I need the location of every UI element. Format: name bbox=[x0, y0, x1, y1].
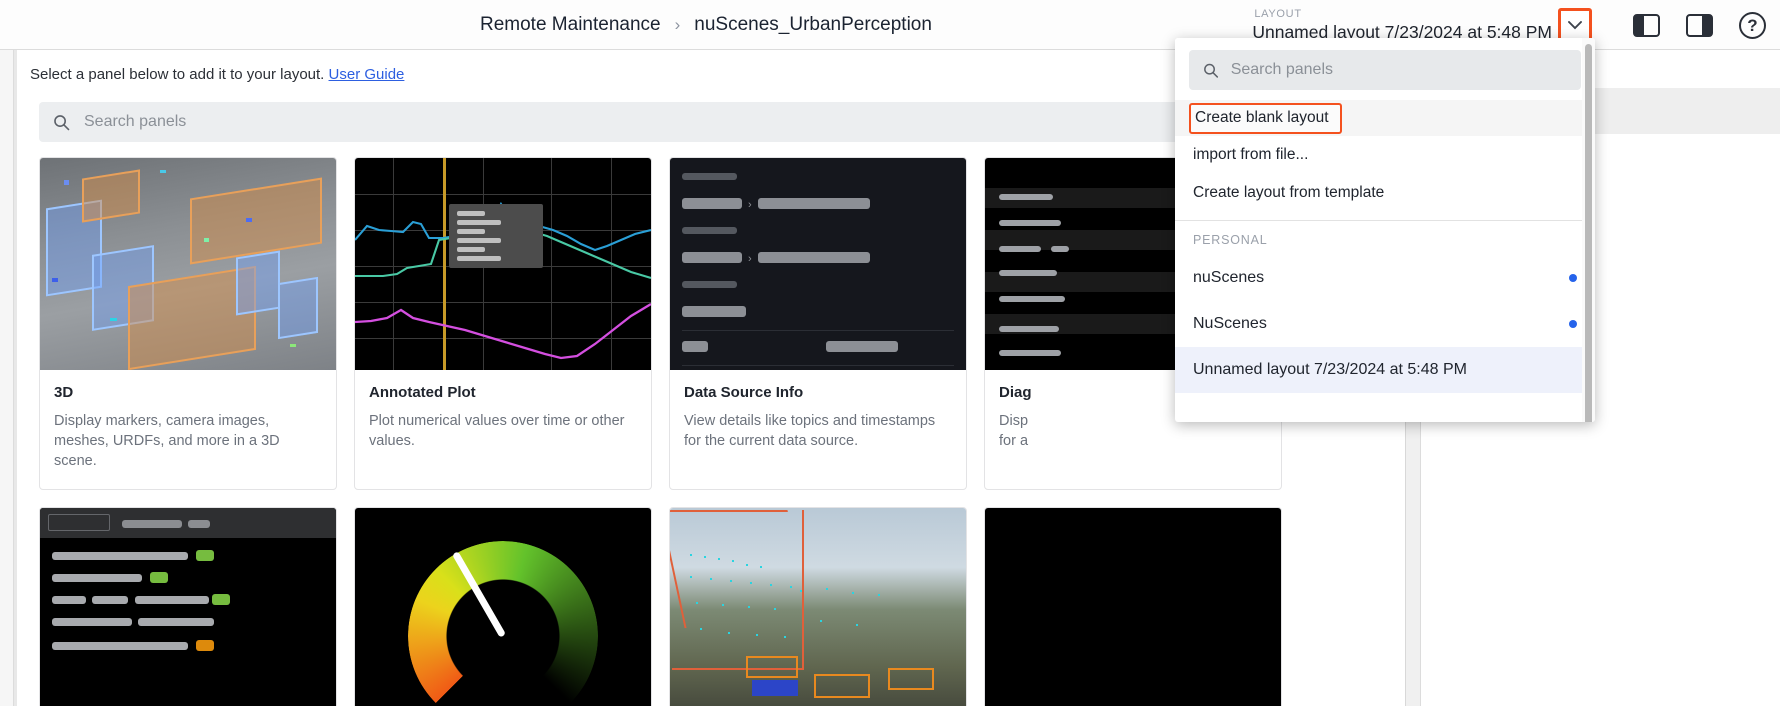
dropdown-layout-item-nuscenes[interactable]: nuScenes bbox=[1175, 255, 1595, 301]
dropdown-search-box[interactable] bbox=[1189, 50, 1581, 90]
help-icon[interactable]: ? bbox=[1739, 11, 1766, 39]
panel-thumbnail-annotated-plot bbox=[355, 158, 651, 370]
panel-card-log-table[interactable] bbox=[39, 507, 337, 706]
layout-dropdown-menu: Create blank layout import from file... … bbox=[1175, 38, 1595, 422]
panel-card-camera-image[interactable] bbox=[669, 507, 967, 706]
panel-thumbnail-camera-image bbox=[670, 508, 966, 706]
unsaved-changes-dot-icon bbox=[1569, 320, 1577, 328]
unsaved-changes-dot-icon bbox=[1569, 274, 1577, 282]
panel-thumbnail-log-table bbox=[40, 508, 336, 706]
dropdown-layout-label: nuScenes bbox=[1193, 269, 1265, 286]
panel-card-description-line1: Disp bbox=[999, 413, 1029, 429]
dropdown-layout-item-nuscenes-capital[interactable]: NuScenes bbox=[1175, 301, 1595, 347]
panel-card-body: Annotated Plot Plot numerical values ove… bbox=[355, 370, 651, 469]
dropdown-layout-label: Unnamed layout 7/23/2024 at 5:48 PM bbox=[1193, 361, 1467, 378]
dropdown-search-wrap bbox=[1175, 38, 1595, 100]
dropdown-search-input[interactable] bbox=[1230, 61, 1567, 79]
dropdown-section-personal-label: PERSONAL bbox=[1193, 233, 1268, 247]
panel-card-annotated-plot[interactable]: Annotated Plot Plot numerical values ove… bbox=[354, 157, 652, 490]
search-icon bbox=[54, 114, 70, 130]
dropdown-item-create-layout-from-template[interactable]: Create layout from template bbox=[1175, 174, 1595, 212]
dropdown-item-create-blank-layout-row[interactable]: Create blank layout bbox=[1175, 100, 1595, 136]
panel-card-data-source-info[interactable]: › › Data Source Info View details like t… bbox=[669, 157, 967, 490]
breadcrumb: Remote Maintenance › nuScenes_UrbanPerce… bbox=[480, 0, 932, 50]
panel-thumbnail-3d-scene bbox=[40, 158, 336, 370]
dropdown-item-import-from-file[interactable]: import from file... bbox=[1175, 136, 1595, 174]
user-guide-link[interactable]: User Guide bbox=[329, 66, 405, 83]
breadcrumb-root[interactable]: Remote Maintenance bbox=[480, 14, 661, 36]
left-sidebar-toggle-icon[interactable] bbox=[1633, 13, 1660, 37]
layout-dropdown-toggle-button[interactable] bbox=[1558, 8, 1592, 42]
panel-card-title: 3D bbox=[54, 384, 74, 401]
panel-thumbnail-data-source-info: › › bbox=[670, 158, 966, 370]
panel-thumbnail-gauge bbox=[355, 508, 651, 706]
dropdown-layout-item-unnamed-selected[interactable]: Unnamed layout 7/23/2024 at 5:48 PM bbox=[1175, 347, 1595, 393]
right-sidebar-toggle-icon[interactable] bbox=[1686, 13, 1713, 37]
hint-text: Select a panel below to add it to your l… bbox=[30, 66, 325, 83]
plot-tooltip bbox=[449, 204, 543, 268]
gauge-ring-icon bbox=[408, 541, 598, 706]
panel-thumbnail-dark bbox=[985, 508, 1281, 706]
panel-card-title: Annotated Plot bbox=[369, 384, 476, 401]
panel-card-body: Data Source Info View details like topic… bbox=[670, 370, 966, 469]
breadcrumb-current[interactable]: nuScenes_UrbanPerception bbox=[694, 14, 932, 36]
panel-catalog-hint: Select a panel below to add it to your l… bbox=[30, 66, 404, 83]
search-icon bbox=[1204, 63, 1219, 78]
panel-card-title: Data Source Info bbox=[684, 384, 804, 401]
panel-card-body: 3D Display markers, camera images, meshe… bbox=[40, 370, 336, 489]
panel-card-description-line2: for a bbox=[999, 433, 1029, 449]
dropdown-layout-label: NuScenes bbox=[1193, 315, 1267, 332]
topbar-icon-group: ? bbox=[1633, 0, 1766, 50]
left-rail bbox=[0, 50, 14, 706]
dropdown-scroll-track[interactable] bbox=[1582, 38, 1595, 422]
layout-kicker-label: LAYOUT bbox=[1254, 7, 1302, 20]
chevron-down-icon bbox=[1568, 20, 1582, 29]
panel-card-additional[interactable] bbox=[984, 507, 1282, 706]
breadcrumb-separator-icon: › bbox=[674, 15, 681, 34]
panel-card-description: Plot numerical values over time or other… bbox=[369, 413, 625, 449]
panel-card-3d[interactable]: 3D Display markers, camera images, meshe… bbox=[39, 157, 337, 490]
dropdown-scrollbar-thumb[interactable] bbox=[1585, 44, 1592, 422]
panel-card-description: Display markers, camera images, meshes, … bbox=[54, 413, 280, 469]
panel-card-gauge[interactable] bbox=[354, 507, 652, 706]
dropdown-item-create-blank-layout[interactable]: Create blank layout bbox=[1189, 102, 1342, 134]
panel-card-description: View details like topics and timestamps … bbox=[684, 413, 936, 449]
